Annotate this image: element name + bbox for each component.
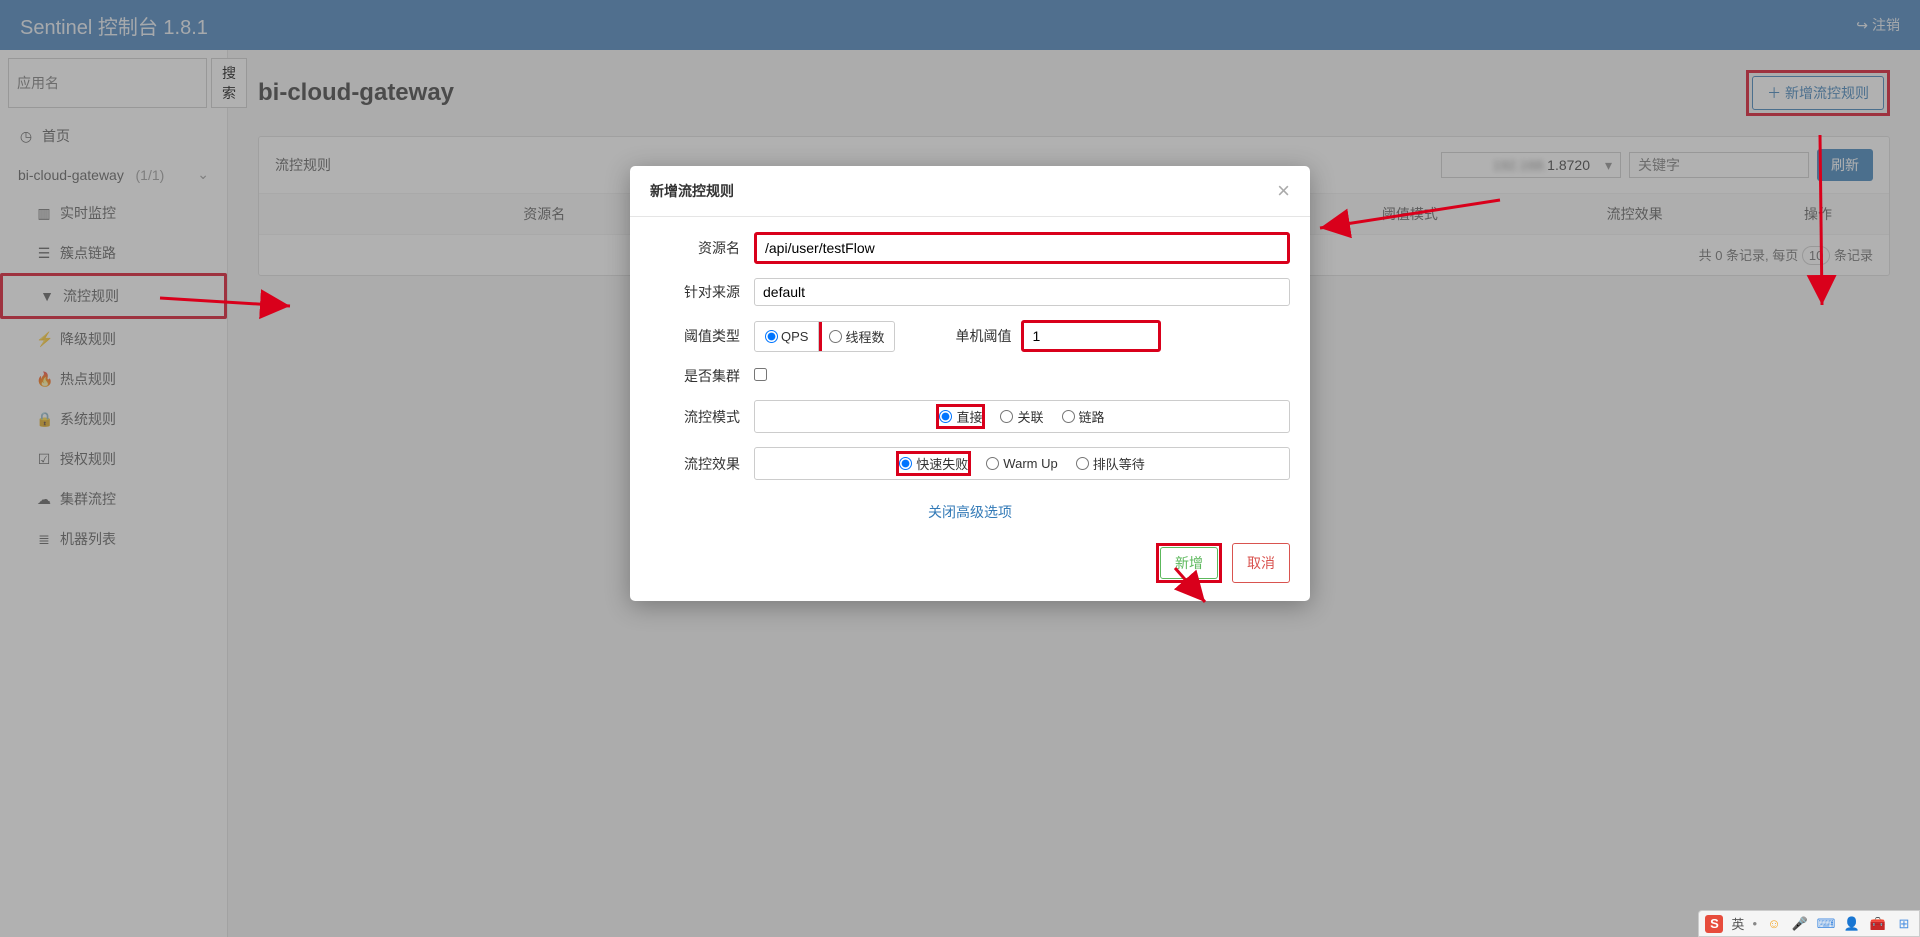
strategy-direct-option[interactable]: 直接 bbox=[939, 407, 982, 426]
ime-user-icon[interactable]: 👤 bbox=[1843, 915, 1861, 933]
strategy-radio-group: 直接 关联 链路 bbox=[754, 400, 1290, 433]
ime-grid-icon[interactable]: ⊞ bbox=[1895, 915, 1913, 933]
strategy-relate-option[interactable]: 关联 bbox=[1000, 407, 1043, 426]
ime-mic-icon[interactable]: 🎤 bbox=[1791, 915, 1809, 933]
grade-qps-label: QPS bbox=[781, 329, 808, 344]
resource-input[interactable] bbox=[754, 232, 1290, 264]
grade-thread-radio[interactable] bbox=[829, 330, 842, 343]
grade-thread-option[interactable]: 线程数 bbox=[819, 322, 894, 351]
ime-sogou-icon[interactable]: S bbox=[1705, 915, 1723, 933]
behavior-fail-radio[interactable] bbox=[899, 457, 912, 470]
behavior-queue-label: 排队等待 bbox=[1093, 454, 1145, 473]
count-input[interactable] bbox=[1021, 320, 1161, 352]
strategy-chain-radio[interactable] bbox=[1062, 410, 1075, 423]
add-flow-rule-modal: 新增流控规则 × 资源名 针对来源 阈值类型 QPS 线程数 单机阈值 bbox=[630, 166, 1310, 601]
strategy-relate-radio[interactable] bbox=[1000, 410, 1013, 423]
strategy-chain-label: 链路 bbox=[1079, 407, 1105, 426]
behavior-fail-option[interactable]: 快速失败 bbox=[899, 454, 968, 473]
ime-keyboard-icon[interactable]: ⌨ bbox=[1817, 915, 1835, 933]
ime-toolbox-icon[interactable]: 🧰 bbox=[1869, 915, 1887, 933]
modal-ok-button[interactable]: 新增 bbox=[1160, 547, 1218, 579]
modal-title: 新增流控规则 bbox=[650, 181, 734, 201]
behavior-queue-radio[interactable] bbox=[1076, 457, 1089, 470]
limit-app-input[interactable] bbox=[754, 278, 1290, 306]
behavior-warmup-radio[interactable] bbox=[986, 457, 999, 470]
behavior-label: 流控效果 bbox=[650, 454, 740, 474]
behavior-warmup-option[interactable]: Warm Up bbox=[986, 454, 1057, 473]
ime-lang[interactable]: 英 bbox=[1731, 914, 1744, 933]
strategy-direct-radio[interactable] bbox=[939, 410, 952, 423]
grade-qps-option[interactable]: QPS bbox=[755, 322, 819, 351]
resource-label: 资源名 bbox=[650, 238, 740, 258]
grade-label: 阈值类型 bbox=[650, 326, 740, 346]
strategy-relate-label: 关联 bbox=[1017, 407, 1043, 426]
cluster-checkbox[interactable] bbox=[754, 368, 767, 381]
grade-thread-label: 线程数 bbox=[845, 327, 884, 346]
modal-close-button[interactable]: × bbox=[1277, 180, 1290, 202]
ime-smiley-icon[interactable]: ☺ bbox=[1765, 915, 1783, 933]
grade-radio-group: QPS 线程数 bbox=[754, 321, 895, 352]
strategy-chain-option[interactable]: 链路 bbox=[1062, 407, 1105, 426]
ime-toolbar: S 英 • ☺ 🎤 ⌨ 👤 🧰 ⊞ bbox=[1698, 910, 1920, 937]
modal-cancel-button[interactable]: 取消 bbox=[1232, 543, 1290, 583]
behavior-fail-label: 快速失败 bbox=[916, 454, 968, 473]
close-advanced-link[interactable]: 关闭高级选项 bbox=[650, 494, 1290, 526]
behavior-queue-option[interactable]: 排队等待 bbox=[1076, 454, 1145, 473]
grade-qps-radio[interactable] bbox=[765, 330, 778, 343]
limit-app-label: 针对来源 bbox=[650, 282, 740, 302]
strategy-label: 流控模式 bbox=[650, 407, 740, 427]
cluster-label: 是否集群 bbox=[650, 366, 740, 386]
strategy-direct-label: 直接 bbox=[956, 407, 982, 426]
behavior-warmup-label: Warm Up bbox=[1003, 456, 1057, 471]
count-label: 单机阈值 bbox=[955, 326, 1011, 346]
behavior-radio-group: 快速失败 Warm Up 排队等待 bbox=[754, 447, 1290, 480]
